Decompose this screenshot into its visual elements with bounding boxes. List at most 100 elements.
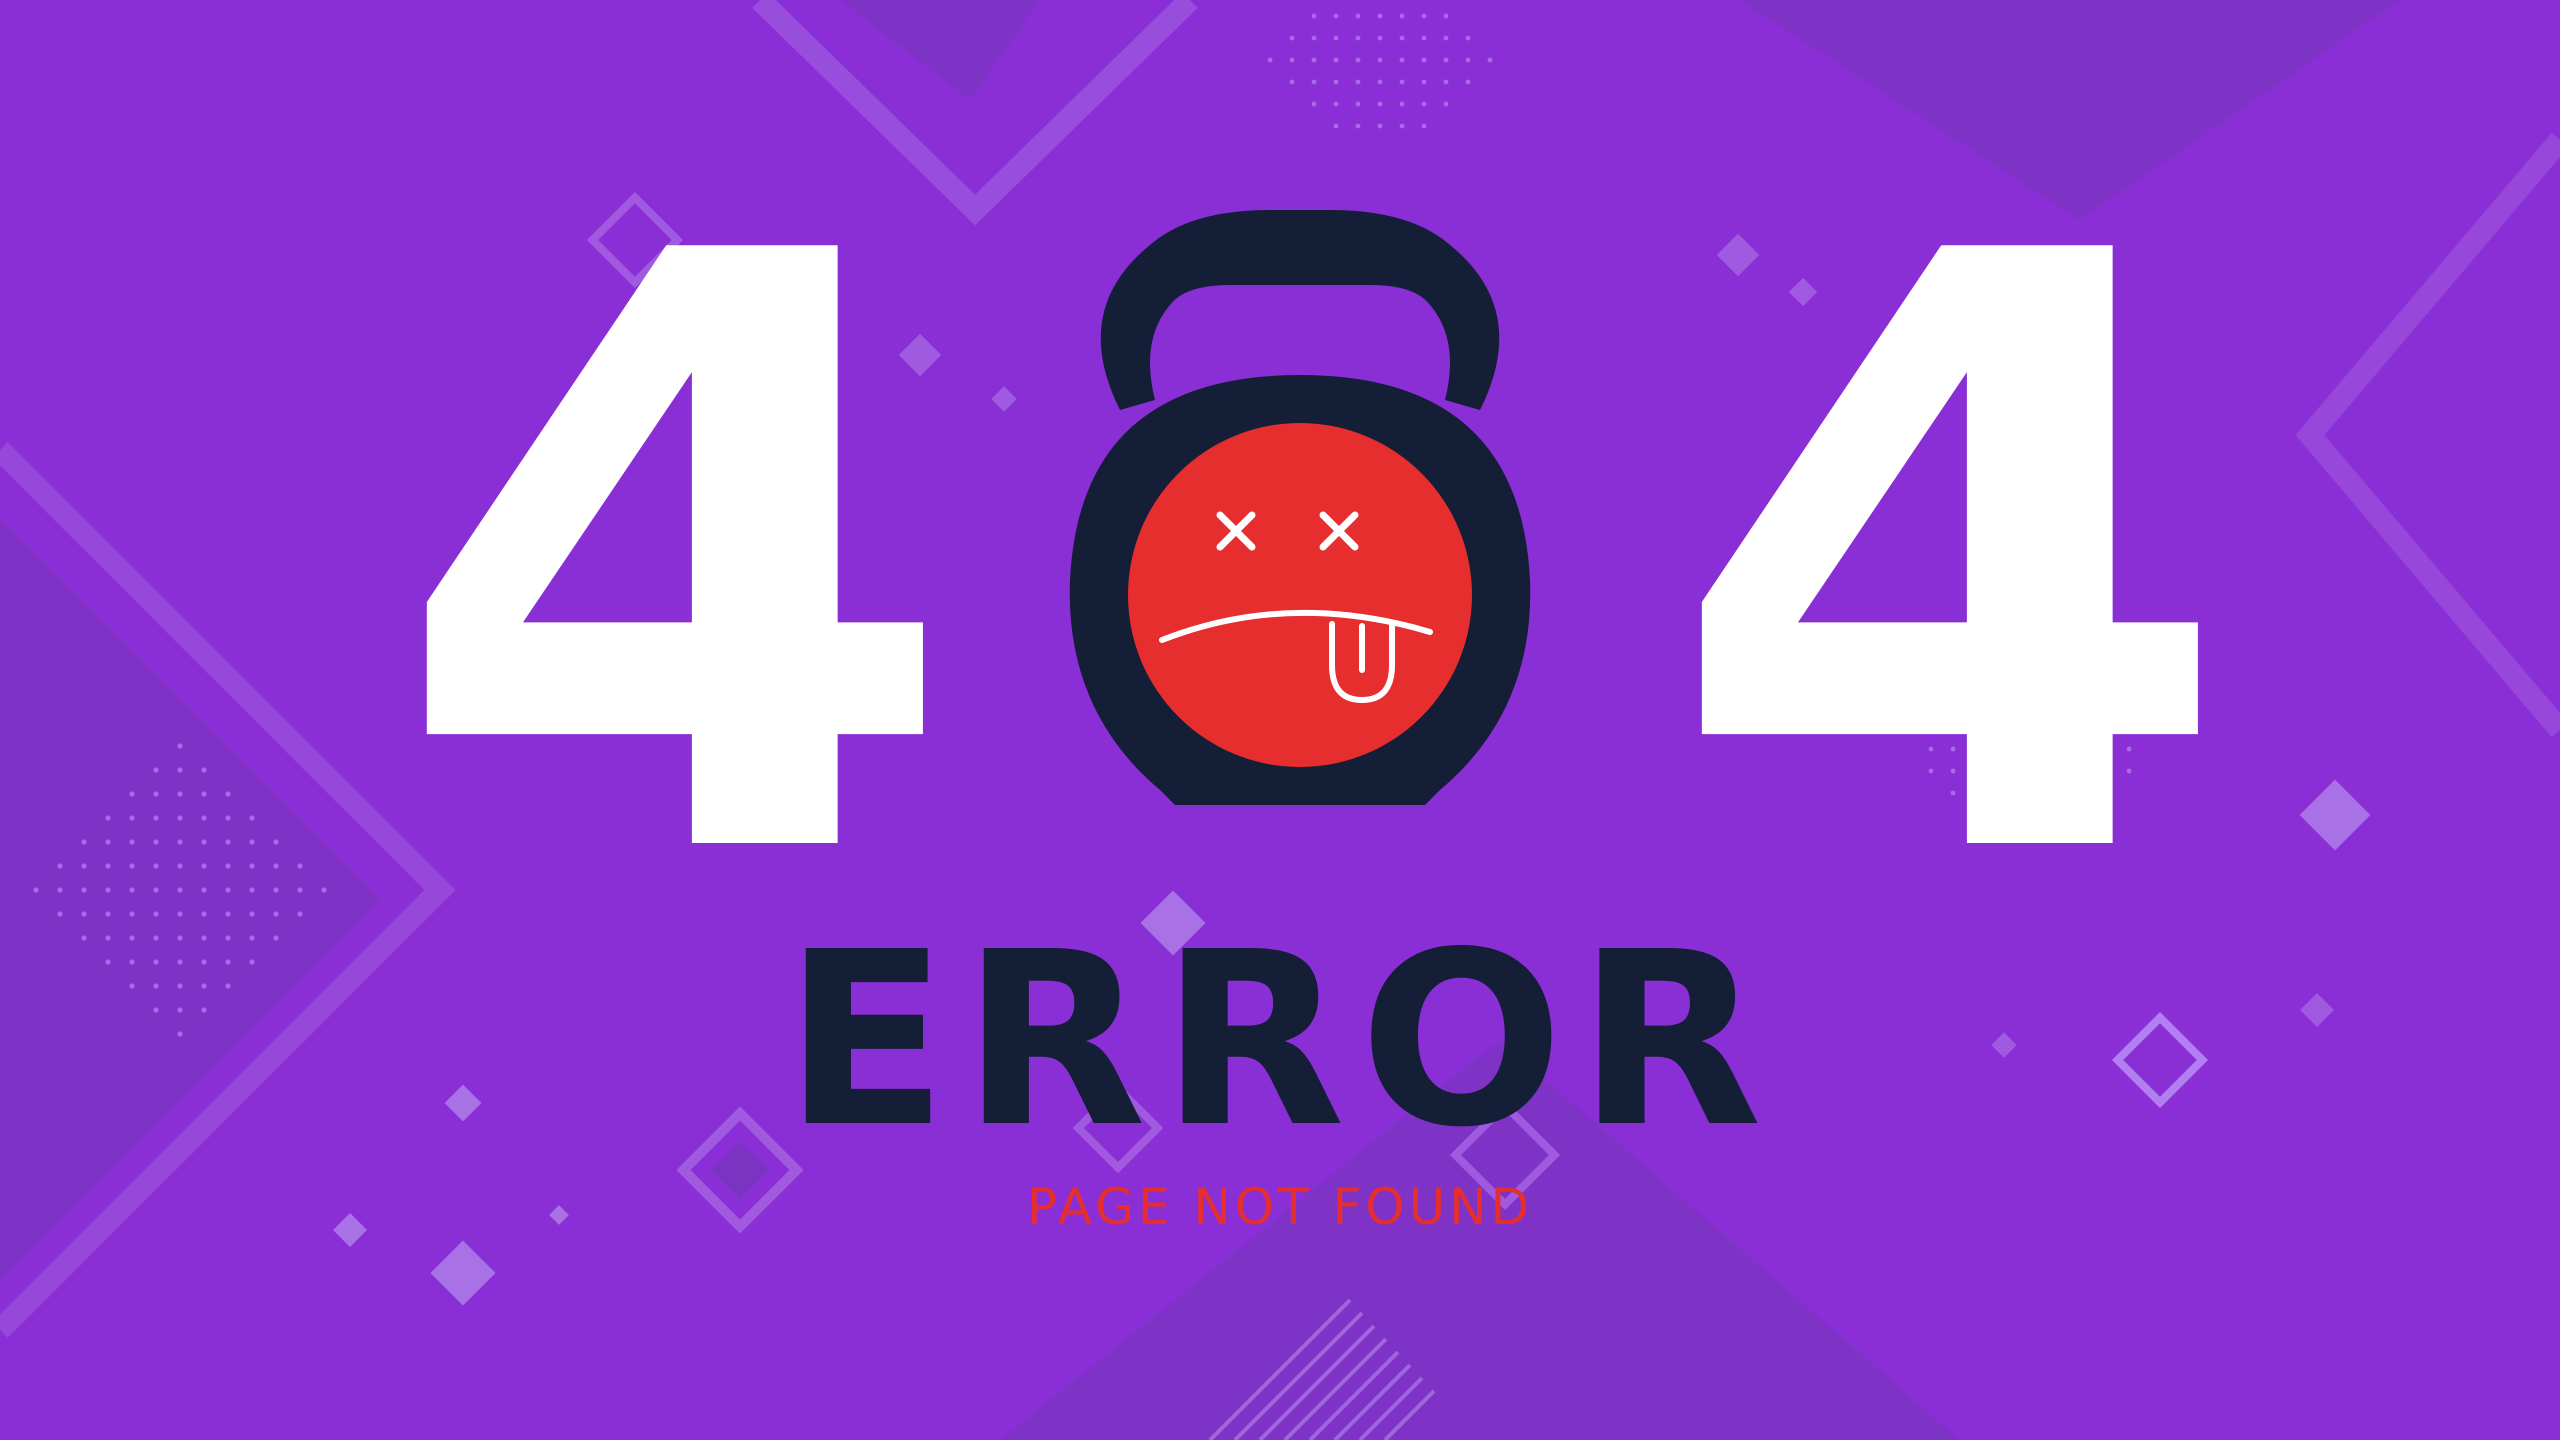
bg-dot [201, 767, 207, 773]
bg-dot [153, 767, 159, 773]
bg-dot [1399, 13, 1405, 19]
bg-dot [297, 863, 303, 869]
bg-dot [1333, 123, 1339, 129]
bg-dot [297, 887, 303, 893]
bg-dot [297, 911, 303, 917]
bg-dot [1465, 57, 1471, 63]
bg-dot [1421, 123, 1427, 129]
bg-dot [105, 911, 111, 917]
bg-dot [177, 767, 183, 773]
bg-dot [129, 863, 135, 869]
bg-dot [225, 791, 231, 797]
bg-dot [249, 815, 255, 821]
bg-dot [1311, 57, 1317, 63]
bg-dot [153, 839, 159, 845]
bg-dot [201, 911, 207, 917]
bg-dot [129, 791, 135, 797]
bg-dot [57, 863, 63, 869]
error-digit-last: 4 [1665, 83, 2236, 1037]
bg-dot [225, 863, 231, 869]
bg-dot [273, 839, 279, 845]
bg-dot [1421, 57, 1427, 63]
bg-dot [1421, 79, 1427, 85]
bg-dot [81, 839, 87, 845]
bg-dot [177, 839, 183, 845]
bg-dot [81, 911, 87, 917]
bg-dot [105, 887, 111, 893]
bg-dot [225, 887, 231, 893]
bg-dot [225, 911, 231, 917]
bg-dot [1421, 13, 1427, 19]
bg-dot [177, 887, 183, 893]
bg-dot [1399, 79, 1405, 85]
bg-dot [1377, 57, 1383, 63]
bg-small-diamond [2299, 779, 2371, 851]
bg-dot [57, 887, 63, 893]
bg-dot [1465, 35, 1471, 41]
bg-small-diamond [430, 1240, 496, 1306]
bg-dot [321, 887, 327, 893]
bg-dot [1355, 79, 1361, 85]
bg-dot [225, 815, 231, 821]
bg-dot [177, 791, 183, 797]
bg-dot [1443, 57, 1449, 63]
bg-dot [1355, 123, 1361, 129]
bg-dot [177, 815, 183, 821]
dead-face-circle [1128, 423, 1472, 767]
bg-dot [1333, 35, 1339, 41]
error-headline: ERROR [783, 900, 1777, 1180]
bg-dot [105, 839, 111, 845]
bg-dot [1355, 57, 1361, 63]
bg-dot [105, 863, 111, 869]
bg-dot [153, 887, 159, 893]
bg-dot [249, 839, 255, 845]
bg-dot [1377, 79, 1383, 85]
bg-dot [1399, 101, 1405, 107]
bg-dot [129, 887, 135, 893]
bg-dot [105, 815, 111, 821]
bg-dot [153, 815, 159, 821]
bg-dot [1355, 13, 1361, 19]
bg-dot [1421, 35, 1427, 41]
bg-dot [1377, 101, 1383, 107]
bg-dot [1377, 13, 1383, 19]
bg-dot [1443, 35, 1449, 41]
bg-dot [1267, 57, 1273, 63]
bg-dot [1443, 79, 1449, 85]
bg-dot [1377, 123, 1383, 129]
bg-dot [1311, 79, 1317, 85]
bg-dot [1333, 57, 1339, 63]
bg-dot [273, 911, 279, 917]
kettlebell-dead-face-icon [1069, 210, 1531, 805]
bg-dot [1333, 13, 1339, 19]
page-not-found-subtitle: PAGE NOT FOUND [1026, 1178, 1534, 1236]
bg-dot [201, 839, 207, 845]
bg-dot [249, 887, 255, 893]
bg-dot [1443, 101, 1449, 107]
bg-dot [201, 863, 207, 869]
bg-dot [33, 887, 39, 893]
bg-dot [201, 791, 207, 797]
bg-dot [1355, 35, 1361, 41]
bg-dot [57, 911, 63, 917]
bg-dot [1487, 57, 1493, 63]
bg-dot [1311, 13, 1317, 19]
bg-small-diamond [991, 386, 1017, 412]
bg-dot [1443, 13, 1449, 19]
bg-dot [177, 911, 183, 917]
bg-dot [129, 911, 135, 917]
bg-dot [1289, 79, 1295, 85]
bg-chevron-outline [2295, 132, 2560, 738]
bg-dot [1311, 35, 1317, 41]
bg-dot [1355, 101, 1361, 107]
bg-dot [81, 887, 87, 893]
bg-dot [273, 863, 279, 869]
bg-dot [1333, 101, 1339, 107]
bg-dot [249, 863, 255, 869]
bg-dot [1311, 101, 1317, 107]
bg-dot [153, 863, 159, 869]
bg-dot [201, 887, 207, 893]
bg-dot [177, 743, 183, 749]
bg-dot [153, 911, 159, 917]
bg-dot [225, 839, 231, 845]
